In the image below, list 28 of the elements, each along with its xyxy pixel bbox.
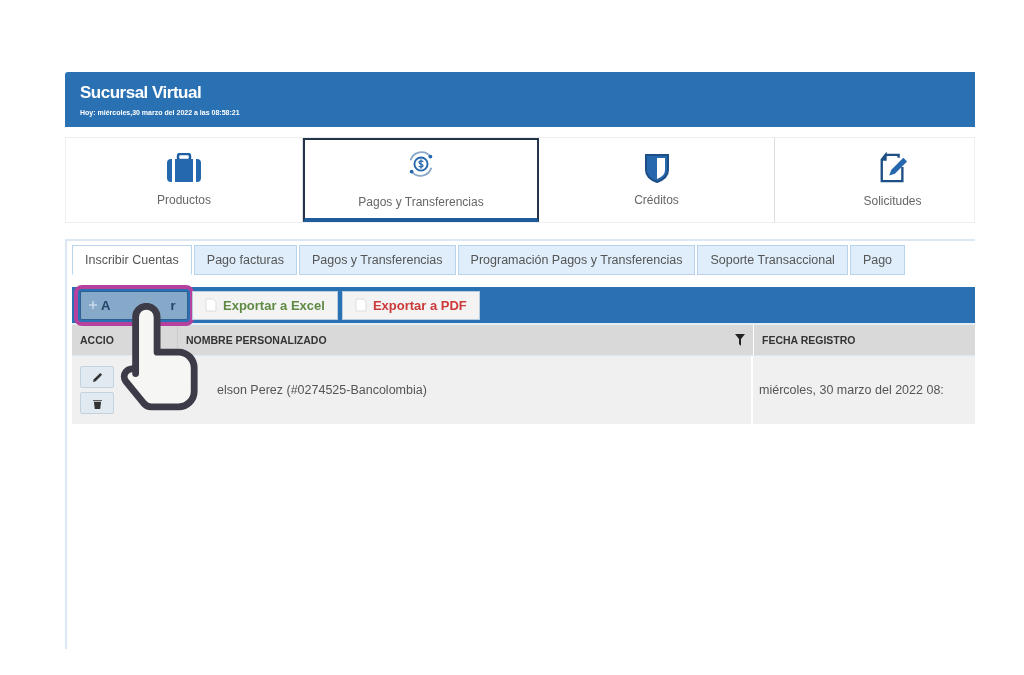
nav-card[interactable]: Pagos y Transferencias [303, 138, 539, 222]
tab[interactable]: Inscribir Cuentas [72, 245, 192, 275]
button-label-fragment: A [101, 297, 111, 313]
nav-card[interactable]: Créditos [539, 138, 775, 222]
button-label-fragment: r [170, 297, 176, 313]
shield-icon [643, 153, 670, 183]
tab[interactable]: Pagos y Transferencias [298, 245, 456, 275]
document-icon [354, 298, 367, 312]
filter-icon[interactable] [735, 334, 745, 346]
document-icon [205, 298, 217, 312]
export-pdf-button[interactable]: Exportar a PDF [341, 290, 480, 320]
tab[interactable]: Pago facturas [193, 245, 297, 275]
tab[interactable]: Pago [849, 245, 906, 275]
column-header: ACCIO [79, 333, 115, 348]
pencil-icon [91, 371, 103, 383]
tab[interactable]: Soporte Transaccional [697, 245, 848, 275]
delete-button[interactable] [80, 392, 114, 414]
table-cell: elson Perez (#0274525-Bancolombia) [217, 383, 427, 397]
nav-card[interactable]: Productos [66, 138, 303, 222]
trash-icon [92, 397, 102, 409]
briefcase-icon [166, 153, 202, 183]
tab[interactable]: Programación Pagos y Transferencias [457, 245, 696, 275]
nav-card[interactable]: Solicitudes [775, 138, 975, 222]
table-cell-text: miércoles, 30 marzo del 2022 08: [758, 382, 945, 399]
export-excel-button[interactable]: Exportar a Excel [192, 290, 338, 320]
app-title: Sucursal Virtual [80, 83, 203, 103]
edit-button[interactable] [80, 366, 114, 388]
plus-icon [89, 301, 97, 309]
